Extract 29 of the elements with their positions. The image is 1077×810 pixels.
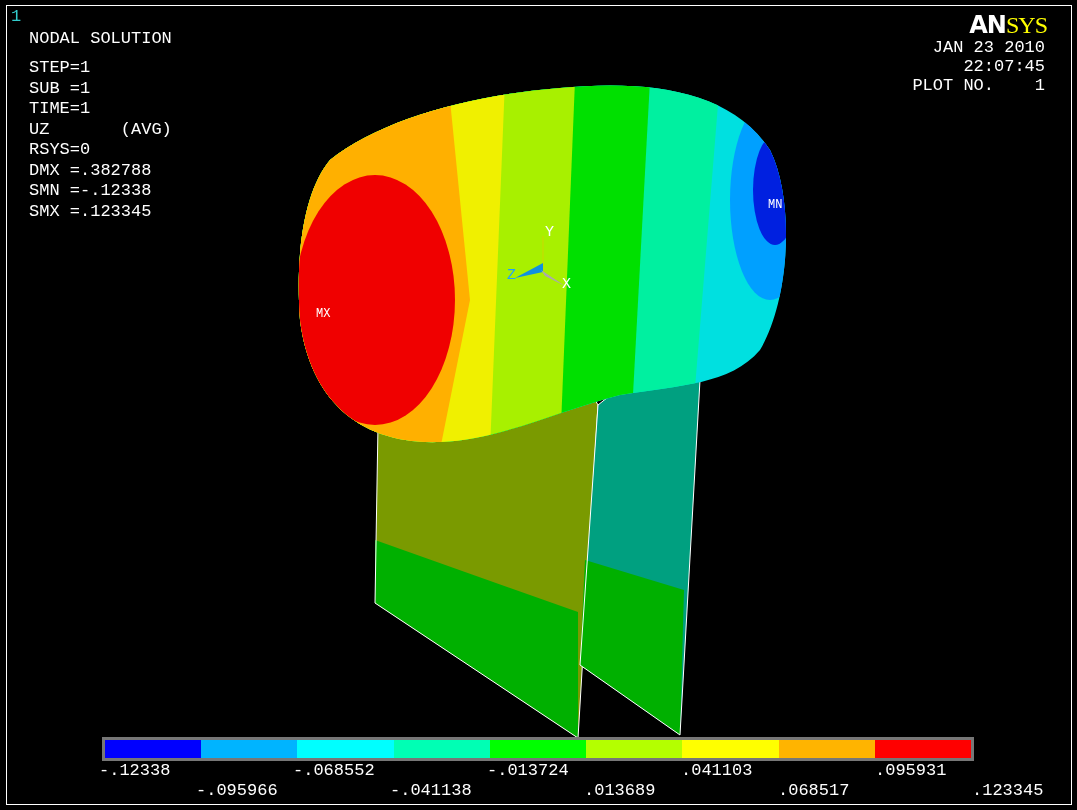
legend-value: -.013724 — [487, 761, 570, 781]
y-axis-label: Y — [545, 224, 554, 241]
legend-value: .041103 — [681, 761, 754, 781]
plot-time: 22:07:45 — [963, 57, 1045, 76]
info-line: RSYS=0 — [29, 140, 92, 161]
info-line: DMX =.382788 — [29, 160, 153, 181]
info-line: TIME=1 — [29, 99, 92, 120]
legend-value: -.041138 — [390, 781, 473, 801]
x-axis-label: X — [562, 276, 571, 293]
info-line: SUB =1 — [29, 78, 92, 99]
legend-value: -.068552 — [293, 761, 376, 781]
legend-value: -.12338 — [99, 761, 172, 781]
max-label: MX — [316, 307, 331, 321]
info-line: STEP=1 — [29, 58, 92, 79]
z-axis-label: Z — [507, 267, 516, 284]
legend-value: .123345 — [972, 781, 1045, 801]
legend-value: .095931 — [875, 761, 948, 781]
min-label: MN — [768, 198, 783, 212]
logo: ANSYS — [969, 12, 1047, 38]
plot-title: NODAL SOLUTION — [29, 28, 172, 50]
info-line: SMN =-.12338 — [29, 181, 153, 202]
info-line: UZ (AVG) — [29, 119, 172, 140]
legend-value: -.095966 — [196, 781, 279, 801]
plot-date: JAN 23 2010 — [932, 38, 1045, 57]
plot-number: PLOT NO. 1 — [912, 76, 1045, 95]
legend-value: .013689 — [584, 781, 657, 801]
legend-value: .068517 — [778, 781, 851, 801]
window-number: 1 — [11, 8, 22, 26]
info-line: SMX =.123345 — [29, 201, 153, 222]
